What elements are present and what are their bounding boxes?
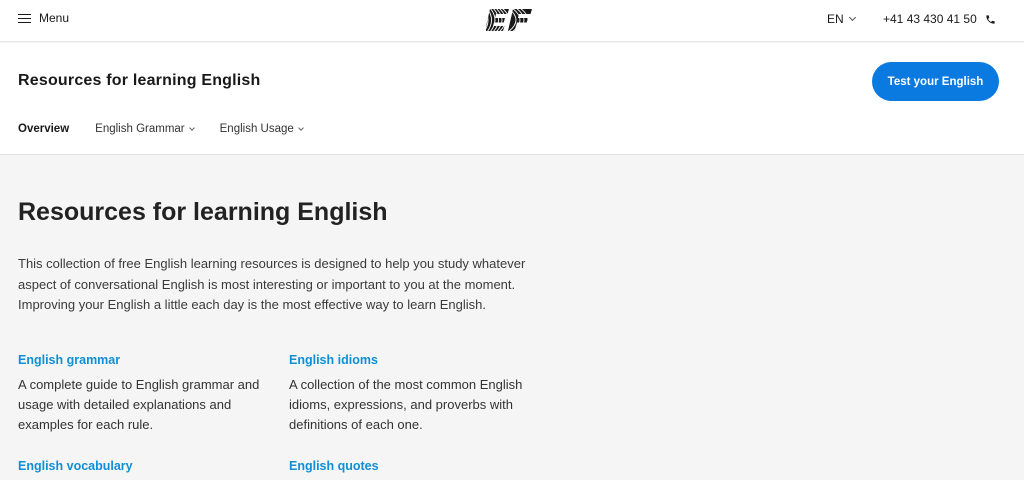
resource-card-grammar: English grammar A complete guide to Engl… — [18, 353, 268, 435]
chevron-down-icon — [188, 125, 195, 131]
resource-card-vocabulary: English vocabulary — [18, 459, 268, 480]
resource-card-quotes: English quotes — [289, 459, 539, 480]
phone-link[interactable]: +41 43 430 41 50 — [883, 12, 996, 26]
hamburger-icon — [18, 13, 31, 24]
section-tabs: Overview English Grammar English Usage — [18, 123, 304, 135]
tab-english-usage[interactable]: English Usage — [219, 123, 304, 135]
ef-logo[interactable] — [486, 6, 532, 34]
english-grammar-link[interactable]: English grammar — [18, 353, 268, 367]
main-content: Resources for learning English This coll… — [0, 156, 1024, 480]
tab-label: English Usage — [219, 123, 294, 135]
chevron-down-icon — [848, 13, 856, 22]
tab-overview[interactable]: Overview — [18, 123, 69, 135]
chevron-down-icon — [297, 125, 304, 131]
menu-button[interactable]: Menu — [18, 11, 69, 25]
card-description: A complete guide to English grammar and … — [18, 377, 260, 432]
top-bar: Menu EN +41 43 430 41 50 — [0, 0, 1024, 42]
sub-header: Resources for learning English Test your… — [0, 43, 1024, 155]
english-quotes-link[interactable]: English quotes — [289, 459, 539, 473]
language-label: EN — [827, 12, 844, 26]
tab-english-grammar[interactable]: English Grammar — [95, 123, 195, 135]
tab-label: English Grammar — [95, 123, 185, 135]
page-title: Resources for learning English — [18, 198, 388, 226]
phone-number: +41 43 430 41 50 — [883, 12, 977, 26]
english-idioms-link[interactable]: English idioms — [289, 353, 539, 367]
section-title: Resources for learning English — [18, 72, 261, 89]
card-description: A collection of the most common English … — [289, 377, 523, 432]
resource-card-idioms: English idioms A collection of the most … — [289, 353, 539, 435]
test-your-english-button[interactable]: Test your English — [872, 62, 999, 101]
phone-icon — [986, 14, 995, 24]
intro-text: This collection of free English learning… — [18, 256, 526, 312]
english-vocabulary-link[interactable]: English vocabulary — [18, 459, 268, 473]
language-selector[interactable]: EN — [827, 12, 856, 26]
tab-label: Overview — [18, 123, 70, 135]
menu-label: Menu — [39, 11, 70, 25]
